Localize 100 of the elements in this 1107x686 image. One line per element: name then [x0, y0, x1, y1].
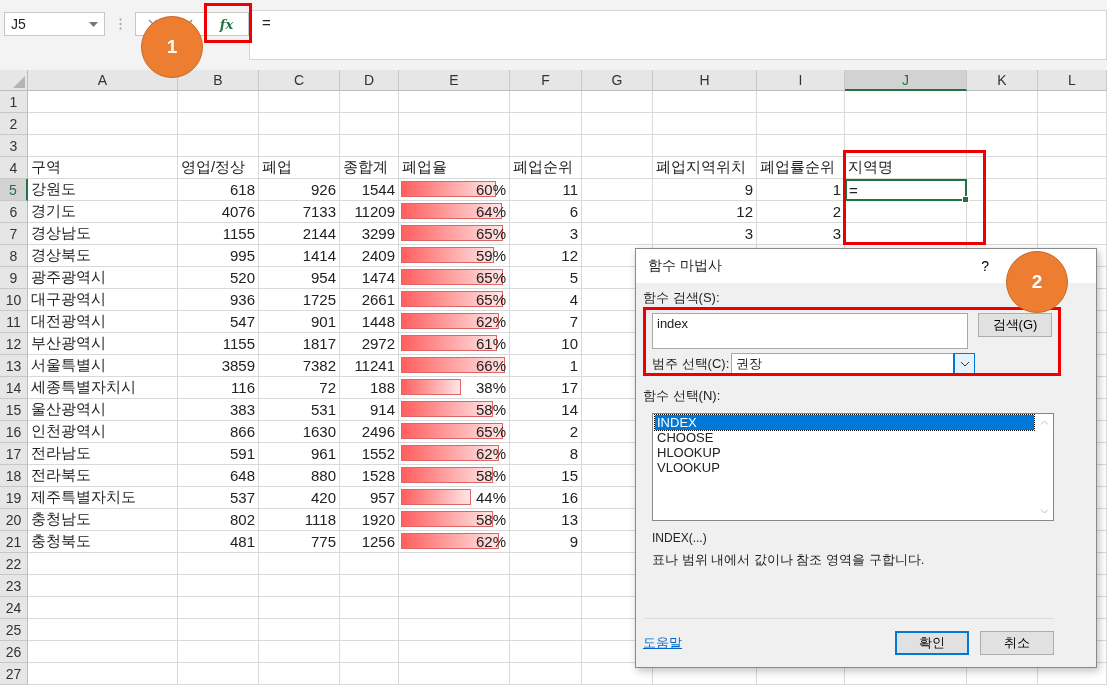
- table-cell: 1118: [259, 509, 340, 531]
- cell-text: 62%: [475, 313, 506, 330]
- field-label: 범주 선택(C):: [652, 355, 730, 373]
- table-cell: 4: [510, 289, 582, 311]
- scroll-down-icon[interactable]: [1040, 509, 1049, 514]
- table-cell: 17: [510, 377, 582, 399]
- row-header[interactable]: 7: [0, 223, 28, 245]
- table-cell: 2: [510, 421, 582, 443]
- table-cell: 1630: [259, 421, 340, 443]
- table-cell: [967, 201, 1038, 223]
- row-header[interactable]: 17: [0, 443, 28, 465]
- table-cell: 3: [510, 223, 582, 245]
- row-header[interactable]: 5: [0, 179, 28, 201]
- table-cell: 경상남도: [28, 223, 178, 245]
- dialog-button[interactable]: 취소: [980, 631, 1054, 655]
- help-button[interactable]: ?: [979, 258, 991, 274]
- list-item[interactable]: CHOOSE: [655, 430, 1034, 445]
- column-header[interactable]: F: [510, 70, 582, 91]
- column-header[interactable]: C: [259, 70, 340, 91]
- row-header[interactable]: 19: [0, 487, 28, 509]
- cell-text: 65%: [475, 291, 506, 308]
- row-header[interactable]: 20: [0, 509, 28, 531]
- list-item[interactable]: HLOOKUP: [655, 445, 1034, 460]
- row-header[interactable]: 11: [0, 311, 28, 333]
- row-header[interactable]: 16: [0, 421, 28, 443]
- table-cell: 11241: [340, 355, 399, 377]
- column-header[interactable]: K: [967, 70, 1038, 91]
- table-cell: 3: [757, 223, 845, 245]
- table-cell: 3: [653, 223, 757, 245]
- row-header[interactable]: 3: [0, 135, 28, 157]
- search-button[interactable]: 검색(G): [978, 313, 1052, 337]
- table-cell: [967, 91, 1038, 113]
- column-header[interactable]: I: [757, 70, 845, 91]
- row-header[interactable]: 9: [0, 267, 28, 289]
- table-cell: [510, 113, 582, 135]
- column-header[interactable]: G: [582, 70, 653, 91]
- list-item[interactable]: INDEX: [655, 415, 1034, 430]
- name-box[interactable]: J5: [4, 12, 105, 36]
- selected-cell[interactable]: =: [845, 179, 967, 201]
- formula-field[interactable]: =: [249, 10, 1107, 60]
- cell-text: 62%: [475, 533, 506, 550]
- column-header[interactable]: J: [845, 70, 967, 91]
- table-cell: 9: [653, 179, 757, 201]
- table-cell: 9: [510, 531, 582, 553]
- row-header[interactable]: 14: [0, 377, 28, 399]
- row-header[interactable]: 26: [0, 641, 28, 663]
- grip-icon: [119, 18, 122, 30]
- column-header[interactable]: L: [1038, 70, 1107, 91]
- column-header[interactable]: A: [28, 70, 178, 91]
- table-cell: [582, 223, 653, 245]
- column-header[interactable]: D: [340, 70, 399, 91]
- row-header[interactable]: 23: [0, 575, 28, 597]
- row-header[interactable]: 10: [0, 289, 28, 311]
- column-header[interactable]: E: [399, 70, 510, 91]
- row-header[interactable]: 1: [0, 91, 28, 113]
- row-header[interactable]: 22: [0, 553, 28, 575]
- category-dropdown[interactable]: 권장: [731, 353, 976, 375]
- table-cell: 인천광역시: [28, 421, 178, 443]
- row-header[interactable]: 2: [0, 113, 28, 135]
- insert-function-button[interactable]: fx: [204, 12, 249, 36]
- row-header[interactable]: 18: [0, 465, 28, 487]
- table-cell: 914: [340, 399, 399, 421]
- scroll-up-icon[interactable]: [1040, 420, 1049, 425]
- search-field[interactable]: index: [652, 313, 968, 349]
- help-link[interactable]: 도움말: [643, 634, 682, 652]
- table-cell: 6: [510, 201, 582, 223]
- table-cell: [340, 641, 399, 663]
- fill-handle[interactable]: [962, 196, 969, 203]
- select-all-icon[interactable]: [13, 76, 25, 88]
- row-header[interactable]: 12: [0, 333, 28, 355]
- row-header[interactable]: 15: [0, 399, 28, 421]
- row-header[interactable]: 6: [0, 201, 28, 223]
- row-header[interactable]: 21: [0, 531, 28, 553]
- table-cell: 481: [178, 531, 259, 553]
- column-header[interactable]: H: [653, 70, 757, 91]
- row-header[interactable]: 25: [0, 619, 28, 641]
- table-cell: [340, 135, 399, 157]
- table-cell: 영업/정상: [178, 157, 259, 179]
- table-cell: 대전광역시: [28, 311, 178, 333]
- table-cell: 1: [757, 179, 845, 201]
- row-header[interactable]: 8: [0, 245, 28, 267]
- table-cell: 1817: [259, 333, 340, 355]
- dialog-button[interactable]: 확인: [895, 631, 969, 655]
- table-cell: [340, 113, 399, 135]
- column-header[interactable]: B: [178, 70, 259, 91]
- table-cell: 2409: [340, 245, 399, 267]
- table-cell: 1552: [340, 443, 399, 465]
- table-cell: [967, 113, 1038, 135]
- row-header[interactable]: 24: [0, 597, 28, 619]
- table-cell: 531: [259, 399, 340, 421]
- table-cell: 926: [259, 179, 340, 201]
- row-header[interactable]: 4: [0, 157, 28, 179]
- row-header[interactable]: 13: [0, 355, 28, 377]
- table-cell: 11209: [340, 201, 399, 223]
- cell-text: 59%: [475, 247, 506, 264]
- table-cell: 1448: [340, 311, 399, 333]
- table-cell: 116: [178, 377, 259, 399]
- row-header[interactable]: 27: [0, 663, 28, 685]
- list-item[interactable]: VLOOKUP: [655, 460, 1034, 475]
- table-cell: 서울특별시: [28, 355, 178, 377]
